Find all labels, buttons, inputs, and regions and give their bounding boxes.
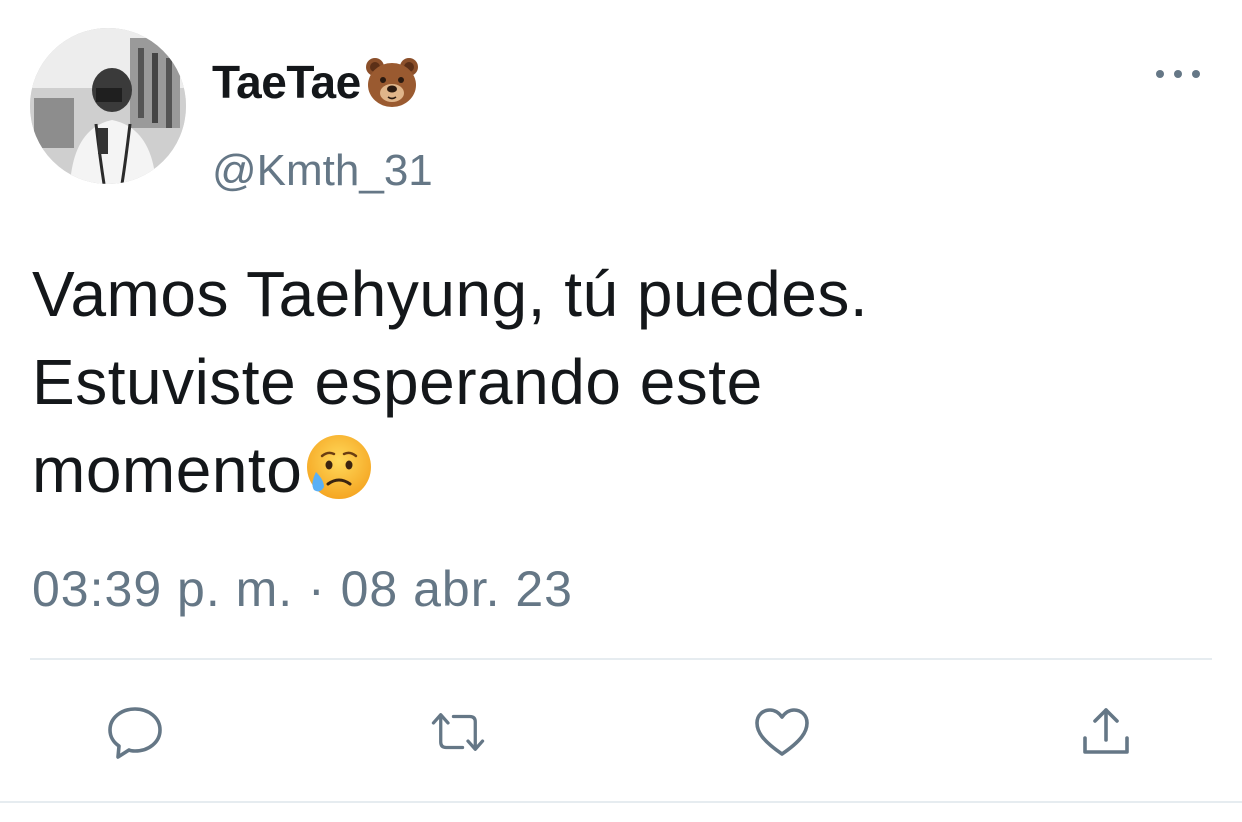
sad-but-relieved-face-icon — [304, 432, 374, 502]
avatar[interactable] — [30, 28, 186, 184]
tweet-text-line: Estuviste esperando este — [32, 346, 763, 418]
like-icon — [755, 708, 809, 756]
reply-button[interactable] — [105, 702, 165, 762]
retweet-button[interactable] — [428, 702, 488, 762]
share-button[interactable] — [1076, 702, 1136, 762]
tweet-text: Vamos Taehyung, tú puedes. Estuviste esp… — [32, 250, 1212, 514]
divider — [30, 658, 1212, 660]
tweet-text-fragment: momento — [32, 434, 303, 506]
like-button[interactable] — [752, 702, 812, 762]
more-dot — [1174, 70, 1182, 78]
tweet-text-line-last: momento — [32, 426, 1212, 514]
more-dot — [1156, 70, 1164, 78]
tweet-text-line: Vamos Taehyung, tú puedes. — [32, 258, 869, 330]
divider — [0, 801, 1242, 803]
retweet-icon — [431, 713, 485, 751]
bear-face-icon — [363, 53, 421, 111]
more-dot — [1192, 70, 1200, 78]
display-name-text: TaeTae — [212, 56, 361, 108]
tweet-timestamp[interactable]: 03:39 p. m. · 08 abr. 23 — [32, 560, 573, 618]
more-options-icon[interactable] — [1156, 60, 1200, 88]
reply-icon — [108, 707, 162, 759]
author-handle[interactable]: @Kmth_31 — [212, 146, 433, 196]
share-icon — [1083, 708, 1129, 754]
author-display-name[interactable]: TaeTae — [212, 52, 421, 112]
